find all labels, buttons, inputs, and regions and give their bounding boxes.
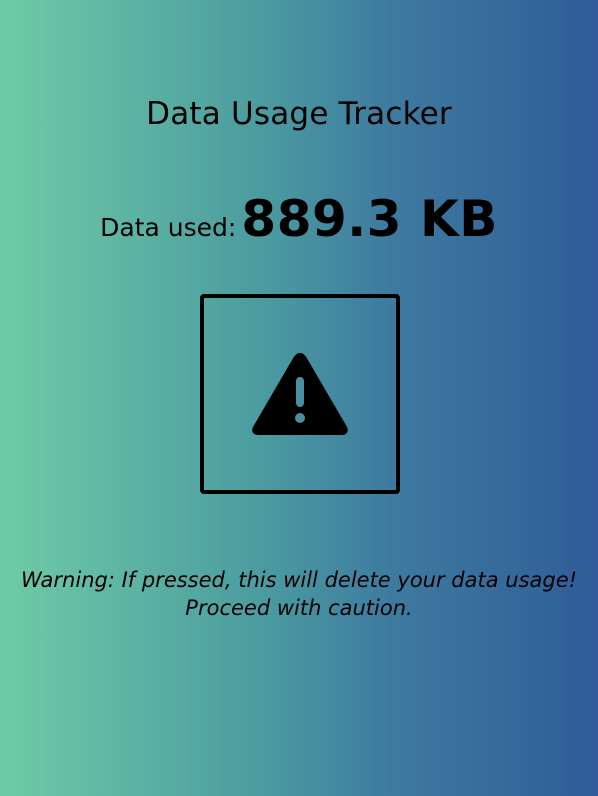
delete-data-button[interactable] — [200, 294, 400, 494]
warning-message: Warning: If pressed, this will delete yo… — [0, 566, 598, 622]
app-window: Data Usage Tracker Data used: 889.3 KB W… — [0, 0, 598, 796]
page-title: Data Usage Tracker — [146, 96, 452, 132]
data-usage-label: Data used: — [100, 213, 237, 242]
data-usage-value: 889.3 KB — [241, 190, 498, 248]
warning-line-2: Proceed with caution. — [185, 596, 413, 620]
warning-triangle-icon — [252, 353, 348, 435]
data-usage-display: Data used: 889.3 KB — [0, 190, 598, 248]
warning-line-1: Warning: If pressed, this will delete yo… — [20, 568, 578, 592]
